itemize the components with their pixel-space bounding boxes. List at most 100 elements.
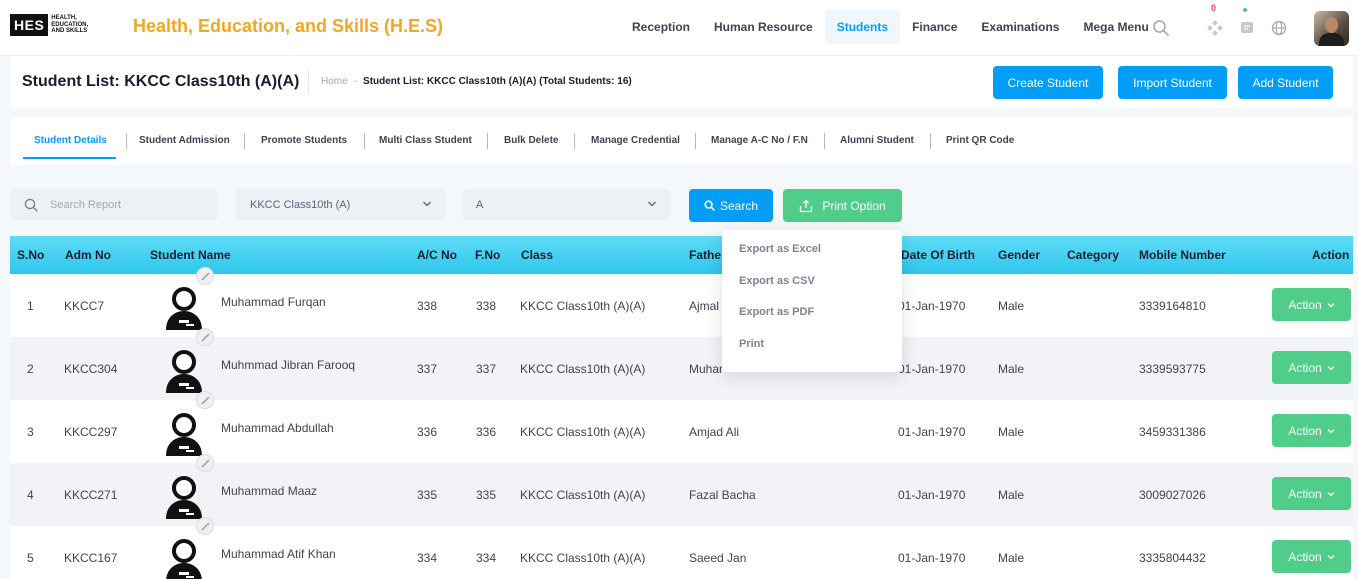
- row-action-button[interactable]: Action: [1272, 477, 1351, 510]
- menu-item-students[interactable]: Students: [824, 10, 901, 44]
- chevron-down-icon: [1327, 428, 1335, 433]
- cell-class: KKCC Class10th (A)(A): [520, 299, 646, 313]
- search-button-label: Search: [719, 198, 759, 213]
- col-header-f-no[interactable]: F.No: [475, 248, 500, 262]
- cell-dob: 01-Jan-1970: [898, 488, 966, 502]
- col-header-adm-no[interactable]: Adm No: [65, 248, 111, 262]
- import-student-button[interactable]: Import Student: [1118, 66, 1227, 99]
- col-header-class[interactable]: Class: [521, 248, 553, 262]
- print-option-button[interactable]: Print Option: [783, 189, 902, 222]
- cell-class: KKCC Class10th (A)(A): [520, 425, 646, 439]
- edit-pencil-icon[interactable]: [196, 391, 214, 409]
- cell-student-name[interactable]: Muhammad Abdullah: [221, 421, 334, 435]
- search-icon[interactable]: [1150, 17, 1172, 39]
- cell-mobile: 3339593775: [1139, 362, 1206, 376]
- export-pdf-item[interactable]: Export as PDF: [739, 306, 814, 318]
- tab-divider: [930, 133, 931, 149]
- table-row: 1 KKCC7 Muhammad Furqan 338 338 KKCC Cla…: [10, 267, 1353, 337]
- cell-dob: 01-Jan-1970: [898, 551, 966, 565]
- cell-father: Fazal Bacha: [689, 488, 756, 502]
- export-excel-item[interactable]: Export as Excel: [739, 243, 821, 255]
- edit-pencil-icon[interactable]: [196, 517, 214, 535]
- print-item[interactable]: Print: [739, 338, 764, 350]
- tab-multi-class-student[interactable]: Multi Class Student: [379, 135, 472, 146]
- tab-student-details[interactable]: Student Details: [34, 135, 107, 146]
- table-row: 3 KKCC297 Muhammad Abdullah 336 336 KKCC…: [10, 391, 1353, 463]
- tab-print-qr-code[interactable]: Print QR Code: [946, 135, 1014, 146]
- menu-item-examinations[interactable]: Examinations: [969, 10, 1071, 44]
- apps-icon[interactable]: [1204, 17, 1226, 39]
- col-header-dob[interactable]: Date Of Birth: [901, 248, 975, 262]
- col-header-father[interactable]: Fathe: [689, 248, 721, 262]
- menu-item-finance[interactable]: Finance: [900, 10, 969, 44]
- add-student-button[interactable]: Add Student: [1238, 66, 1333, 99]
- menu-item-human-resource[interactable]: Human Resource: [702, 10, 825, 44]
- cell-student-name[interactable]: Muhammad Atif Khan: [221, 547, 336, 561]
- user-avatar[interactable]: [1314, 11, 1349, 46]
- logo-word-3: AND SKILLS: [51, 28, 88, 35]
- tab-student-admission[interactable]: Student Admission: [139, 135, 230, 146]
- chevron-down-icon: [1327, 302, 1335, 307]
- cell-sno: 3: [27, 425, 34, 439]
- chevron-down-icon: [647, 199, 657, 212]
- row-action-button[interactable]: Action: [1272, 351, 1351, 384]
- export-csv-item[interactable]: Export as CSV: [739, 275, 815, 287]
- tab-manage-ac-no[interactable]: Manage A-C No / F.N: [711, 135, 808, 146]
- cell-student-name[interactable]: Muhmmad Jibran Farooq: [221, 358, 355, 372]
- tab-divider: [824, 133, 825, 149]
- cell-mobile: 3009027026: [1139, 488, 1206, 502]
- chat-icon[interactable]: [1236, 17, 1258, 39]
- cell-class: KKCC Class10th (A)(A): [520, 362, 646, 376]
- chevron-down-icon: [422, 199, 432, 212]
- menu-item-mega-menu[interactable]: Mega Menu: [1071, 10, 1160, 44]
- globe-icon[interactable]: [1268, 17, 1290, 39]
- cell-ac-no: 338: [417, 299, 438, 313]
- cell-dob: 01-Jan-1970: [898, 362, 966, 376]
- search-button[interactable]: Search: [689, 189, 773, 222]
- tab-bulk-delete[interactable]: Bulk Delete: [504, 135, 558, 146]
- chevron-down-icon: [1327, 554, 1335, 559]
- col-header-sno[interactable]: S.No: [17, 248, 44, 262]
- breadcrumb-home[interactable]: Home: [321, 76, 348, 87]
- chevron-down-icon: [1327, 491, 1335, 496]
- avatar-face: [1325, 17, 1338, 33]
- col-header-ac-no[interactable]: A/C No: [417, 248, 457, 262]
- breadcrumb-separator: -: [353, 76, 358, 87]
- avatar-torso: [1319, 33, 1344, 46]
- edit-pencil-icon[interactable]: [196, 454, 214, 472]
- logo[interactable]: HES HEALTH, EDUCATION, AND SKILLS: [10, 14, 103, 36]
- edit-pencil-icon[interactable]: [196, 267, 214, 285]
- col-header-mobile[interactable]: Mobile Number: [1139, 248, 1226, 262]
- row-action-button[interactable]: Action: [1272, 288, 1351, 321]
- row-action-button[interactable]: Action: [1272, 414, 1351, 447]
- cell-student-name[interactable]: Muhammad Maaz: [221, 484, 317, 498]
- logo-mark: HES: [10, 14, 49, 36]
- class-select[interactable]: KKCC Class10th (A): [236, 189, 446, 220]
- col-header-gender[interactable]: Gender: [998, 248, 1040, 262]
- cell-f-no: 338: [476, 299, 497, 313]
- cell-student-name[interactable]: Muhammad Furqan: [221, 295, 326, 309]
- cell-adm-no: KKCC304: [64, 362, 118, 376]
- tab-alumni-student[interactable]: Alumni Student: [840, 135, 914, 146]
- edit-pencil-icon[interactable]: [196, 328, 214, 346]
- section-select[interactable]: A: [463, 189, 671, 220]
- class-select-value: KKCC Class10th (A): [250, 198, 351, 211]
- cell-f-no: 335: [476, 488, 497, 502]
- page-title: Student List: KKCC Class10th (A)(A): [22, 73, 300, 90]
- create-student-button[interactable]: Create Student: [993, 66, 1103, 99]
- student-avatar: [160, 347, 208, 395]
- cell-gender: Male: [998, 488, 1025, 502]
- tab-divider: [364, 133, 365, 149]
- col-header-category[interactable]: Category: [1067, 248, 1119, 262]
- active-tab-indicator: [23, 157, 116, 159]
- col-header-student-name[interactable]: Student Name: [150, 248, 231, 262]
- tab-divider: [244, 133, 245, 149]
- row-action-label: Action: [1288, 360, 1322, 375]
- tab-divider: [695, 133, 696, 149]
- row-action-button[interactable]: Action: [1272, 540, 1351, 573]
- tabs-bar: Student Details Student Admission Promot…: [10, 117, 1353, 165]
- menu-item-reception[interactable]: Reception: [620, 10, 702, 44]
- tab-manage-credential[interactable]: Manage Credential: [591, 135, 680, 146]
- tab-promote-students[interactable]: Promote Students: [261, 135, 347, 146]
- search-report-field[interactable]: Search Report: [10, 189, 218, 220]
